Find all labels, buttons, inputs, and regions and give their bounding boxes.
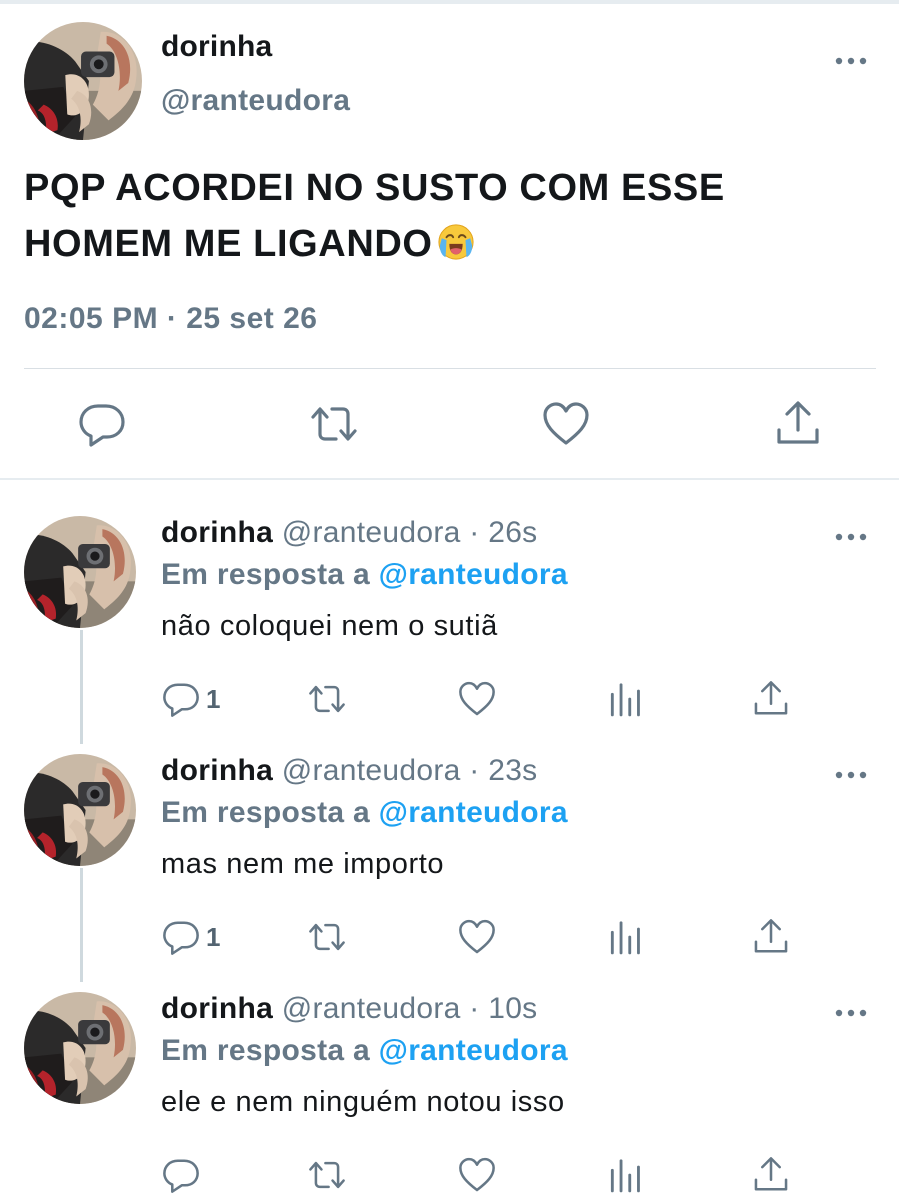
reply-time[interactable]: 23s: [488, 754, 537, 787]
reply-header: dorinha @ranteudora · 10s: [161, 992, 537, 1026]
avatar[interactable]: [24, 992, 136, 1104]
share-icon[interactable]: [752, 918, 790, 956]
retweet-icon[interactable]: [310, 400, 358, 448]
reply-icon[interactable]: [162, 918, 200, 956]
like-icon[interactable]: [458, 680, 496, 718]
reply-time[interactable]: 26s: [488, 516, 537, 549]
avatar[interactable]: [24, 516, 136, 628]
loudly-crying-face-icon: [437, 223, 475, 261]
reply-text: ele e nem ninguém notou isso: [161, 1086, 565, 1118]
in-reply-prefix: Em resposta a: [161, 1034, 370, 1067]
in-reply-target-link[interactable]: @ranteudora: [379, 558, 568, 591]
user-handle[interactable]: @ranteudora: [282, 992, 461, 1025]
retweet-icon[interactable]: [308, 1156, 346, 1194]
retweet-icon[interactable]: [308, 680, 346, 718]
tweet-text: PQP ACORDEI NO SUSTO COM ESSE HOMEM ME L…: [24, 160, 874, 272]
separator-dot: ·: [469, 992, 480, 1025]
divider: [24, 368, 876, 369]
reply-icon[interactable]: [162, 680, 200, 718]
in-reply-to: Em resposta a @ranteudora: [161, 1034, 568, 1068]
share-icon[interactable]: [774, 400, 822, 448]
reply-icon[interactable]: [162, 1156, 200, 1194]
reply-tweet[interactable]: dorinha @ranteudora · 23s Em resposta a …: [0, 722, 899, 960]
reply-header: dorinha @ranteudora · 23s: [161, 754, 537, 788]
avatar[interactable]: [24, 22, 142, 140]
section-divider: [0, 478, 899, 480]
reply-text: não coloquei nem o sutiã: [161, 610, 498, 642]
display-name[interactable]: dorinha: [161, 754, 273, 787]
reply-icon[interactable]: [78, 400, 126, 448]
tweet-timestamp[interactable]: 02:05 PM · 25 set 26: [24, 302, 318, 336]
more-options-icon[interactable]: [834, 524, 868, 550]
tweet-text-content: PQP ACORDEI NO SUSTO COM ESSE HOMEM ME L…: [24, 167, 725, 265]
reply-tweet[interactable]: dorinha @ranteudora · 10s Em resposta a …: [0, 960, 899, 1198]
reply-text: mas nem me importo: [161, 848, 445, 880]
user-handle[interactable]: @ranteudora: [282, 754, 461, 787]
reply-tweet[interactable]: dorinha @ranteudora · 26s Em resposta a …: [0, 484, 899, 722]
reply-count: 1: [206, 684, 221, 714]
more-options-icon[interactable]: [834, 762, 868, 788]
share-icon[interactable]: [752, 680, 790, 718]
in-reply-prefix: Em resposta a: [161, 796, 370, 829]
separator-dot: ·: [469, 516, 480, 549]
separator-dot: ·: [469, 754, 480, 787]
avatar[interactable]: [24, 754, 136, 866]
display-name[interactable]: dorinha: [161, 30, 272, 64]
analytics-icon[interactable]: [606, 1156, 644, 1194]
reply-count: 1: [206, 922, 221, 952]
in-reply-target-link[interactable]: @ranteudora: [379, 1034, 568, 1067]
user-handle[interactable]: @ranteudora: [161, 84, 350, 118]
in-reply-to: Em resposta a @ranteudora: [161, 796, 568, 830]
like-icon[interactable]: [458, 1156, 496, 1194]
reply-time[interactable]: 10s: [488, 992, 537, 1025]
main-tweet: dorinha @ranteudora PQP ACORDEI NO SUSTO…: [0, 0, 899, 480]
share-icon[interactable]: [752, 1156, 790, 1194]
in-reply-to: Em resposta a @ranteudora: [161, 558, 568, 592]
in-reply-target-link[interactable]: @ranteudora: [379, 796, 568, 829]
reply-header: dorinha @ranteudora · 26s: [161, 516, 537, 550]
like-icon[interactable]: [458, 918, 496, 956]
like-icon[interactable]: [542, 400, 590, 448]
more-options-icon[interactable]: [834, 48, 868, 74]
display-name[interactable]: dorinha: [161, 992, 273, 1025]
analytics-icon[interactable]: [606, 680, 644, 718]
more-options-icon[interactable]: [834, 1000, 868, 1026]
in-reply-prefix: Em resposta a: [161, 558, 370, 591]
analytics-icon[interactable]: [606, 918, 644, 956]
retweet-icon[interactable]: [308, 918, 346, 956]
display-name[interactable]: dorinha: [161, 516, 273, 549]
user-handle[interactable]: @ranteudora: [282, 516, 461, 549]
